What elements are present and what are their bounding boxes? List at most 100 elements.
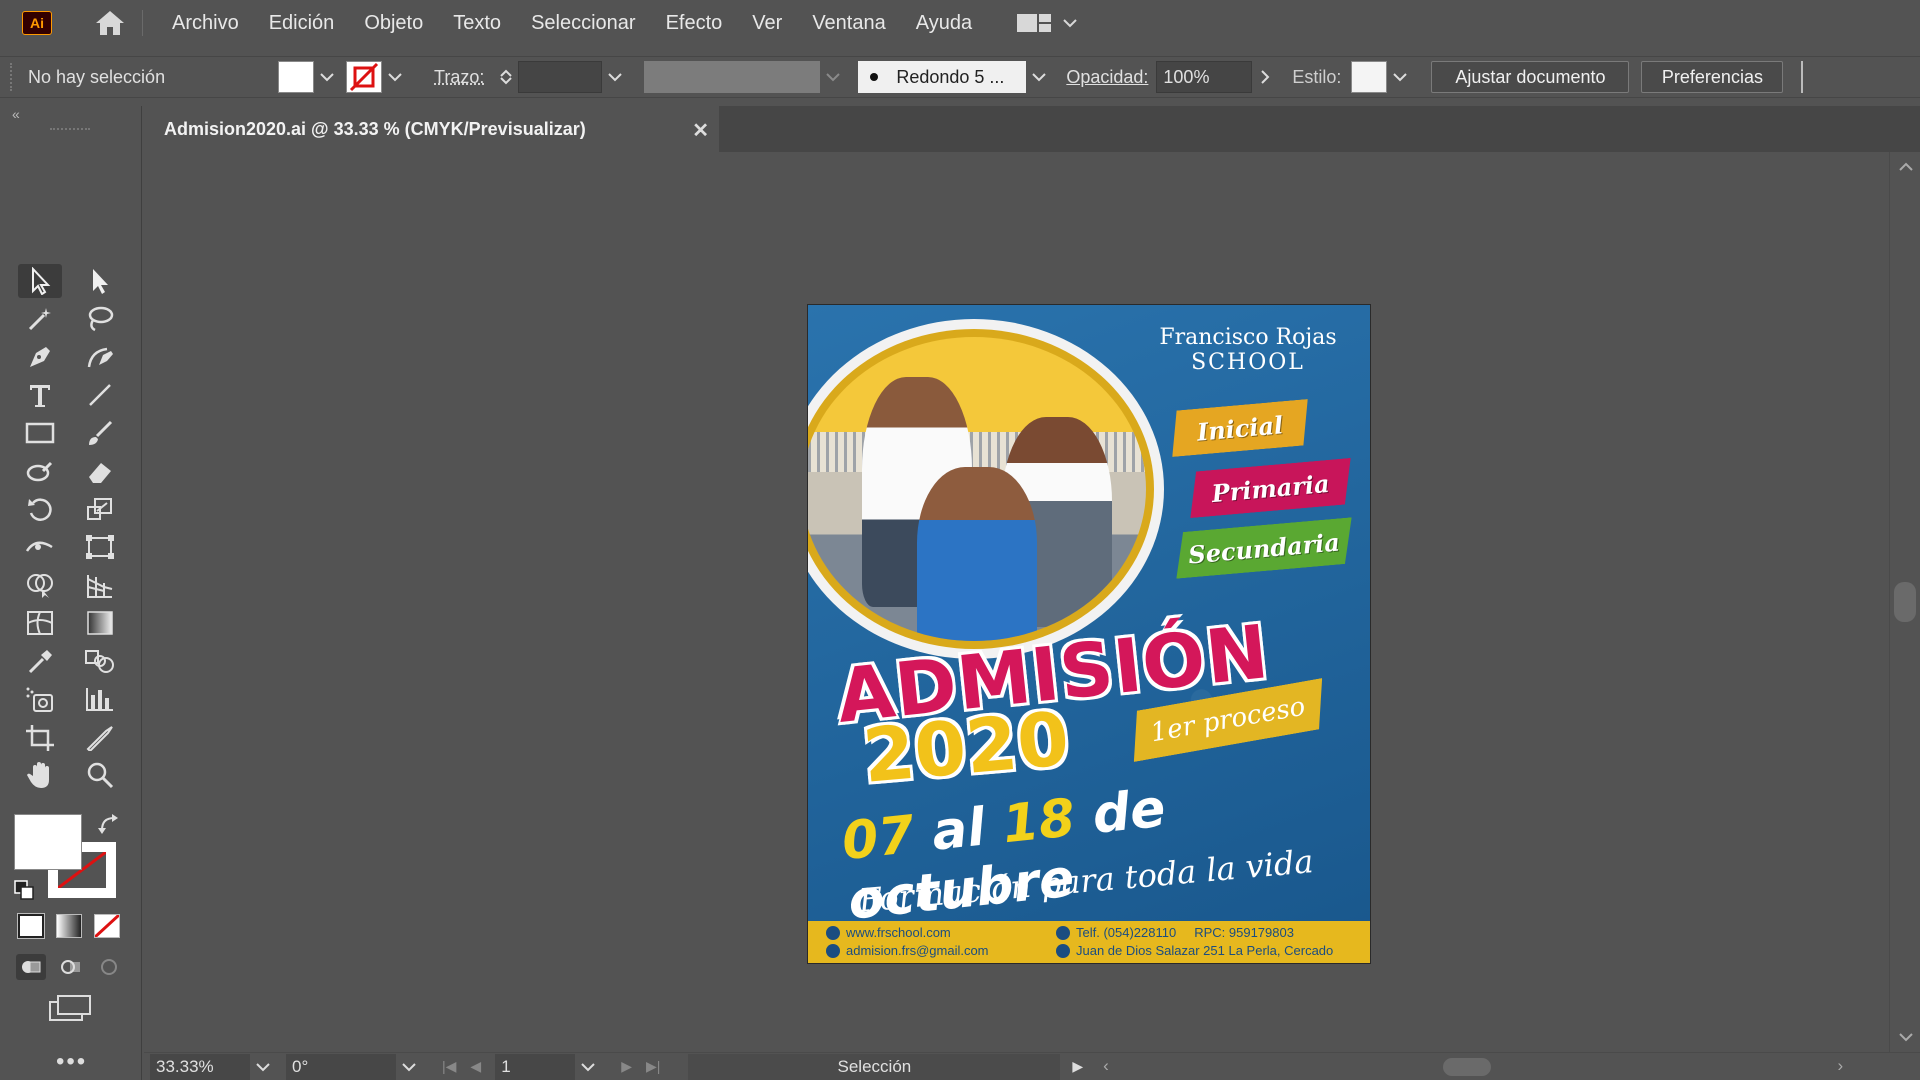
direct-selection-tool-icon[interactable] bbox=[78, 264, 122, 298]
magic-wand-tool-icon[interactable] bbox=[18, 302, 62, 336]
first-artboard-icon[interactable]: |◀ bbox=[442, 1058, 456, 1075]
menu-seleccionar[interactable]: Seleccionar bbox=[516, 12, 651, 35]
menu-ayuda[interactable]: Ayuda bbox=[901, 12, 987, 35]
menu-ventana[interactable]: Ventana bbox=[797, 12, 900, 35]
none-mode-icon[interactable] bbox=[93, 913, 121, 939]
profile-dropdown[interactable] bbox=[820, 61, 846, 93]
stroke-weight-dropdown[interactable] bbox=[602, 61, 628, 93]
workspace-layout-icon bbox=[1017, 14, 1052, 32]
shape-builder-tool-icon[interactable] bbox=[18, 568, 62, 602]
home-icon[interactable] bbox=[92, 8, 128, 38]
style-dropdown[interactable] bbox=[1387, 61, 1413, 93]
stroke-label[interactable]: Trazo: bbox=[434, 67, 484, 88]
scale-tool-icon[interactable] bbox=[78, 492, 122, 526]
horizontal-scrollbar[interactable]: ‹ › bbox=[1103, 1054, 1843, 1080]
workspace-switcher[interactable] bbox=[1017, 13, 1077, 33]
zoom-field[interactable]: 33.33% bbox=[150, 1053, 250, 1080]
hand-tool-icon[interactable] bbox=[18, 758, 62, 792]
scroll-up-icon[interactable] bbox=[1898, 162, 1914, 172]
lasso-tool-icon[interactable] bbox=[78, 302, 122, 336]
artboard[interactable]: Francisco Rojas SCHOOL Inicial Primaria … bbox=[808, 305, 1370, 963]
fill-swatch[interactable] bbox=[278, 61, 314, 93]
variable-width-profile[interactable] bbox=[644, 61, 821, 93]
horizontal-scroll-thumb[interactable] bbox=[1443, 1057, 1492, 1076]
opacity-label[interactable]: Opacidad: bbox=[1066, 67, 1148, 88]
panel-grip[interactable] bbox=[50, 128, 90, 132]
rotate-tool-icon[interactable] bbox=[18, 492, 62, 526]
eyedropper-tool-icon[interactable] bbox=[18, 644, 62, 678]
column-graph-tool-icon[interactable] bbox=[78, 682, 122, 716]
draw-normal-icon[interactable] bbox=[16, 954, 46, 980]
blend-tool-icon[interactable] bbox=[78, 644, 122, 678]
draw-behind-icon[interactable] bbox=[56, 954, 86, 980]
close-tab-icon[interactable]: ✕ bbox=[692, 118, 709, 143]
paintbrush-tool-icon[interactable] bbox=[78, 416, 122, 450]
rotation-value: 0° bbox=[292, 1056, 309, 1076]
scroll-right-icon[interactable]: › bbox=[1837, 1056, 1843, 1076]
menu-ver[interactable]: Ver bbox=[737, 12, 797, 35]
rotation-dropdown[interactable] bbox=[396, 1054, 422, 1080]
artboard-number-field[interactable]: 1 bbox=[495, 1053, 576, 1080]
gradient-tool-icon[interactable] bbox=[78, 606, 122, 640]
color-mode-icon[interactable] bbox=[17, 913, 45, 939]
stroke-dropdown[interactable] bbox=[382, 61, 408, 93]
swap-fill-stroke-icon[interactable] bbox=[98, 814, 120, 839]
document-tab[interactable]: Admision2020.ai @ 33.33 % (CMYK/Previsua… bbox=[144, 106, 719, 152]
fill-color-front[interactable] bbox=[14, 814, 82, 870]
control-bar-grip[interactable] bbox=[10, 63, 16, 91]
opacity-input[interactable]: 100% bbox=[1156, 61, 1253, 93]
pen-tool-icon[interactable] bbox=[18, 340, 62, 374]
brush-definition[interactable]: Redondo 5 ... bbox=[858, 61, 1027, 93]
footer-rpc-text: RPC: 959179803 bbox=[1194, 925, 1294, 940]
width-tool-icon[interactable] bbox=[18, 530, 62, 564]
line-segment-tool-icon[interactable] bbox=[78, 378, 122, 412]
scroll-left-icon[interactable]: ‹ bbox=[1103, 1056, 1109, 1076]
stroke-swatch[interactable] bbox=[346, 61, 382, 93]
eraser-tool-icon[interactable] bbox=[78, 454, 122, 488]
mesh-tool-icon[interactable] bbox=[18, 606, 62, 640]
chevron-down-icon bbox=[256, 1062, 270, 1071]
artboard-tool-icon[interactable] bbox=[18, 720, 62, 754]
brush-dropdown[interactable] bbox=[1026, 61, 1052, 93]
rotation-field[interactable]: 0° bbox=[286, 1053, 396, 1080]
rectangle-tool-icon[interactable] bbox=[18, 416, 62, 450]
stroke-stepper[interactable] bbox=[494, 61, 518, 93]
previous-artboard-icon[interactable]: ◀ bbox=[470, 1058, 481, 1075]
artboard-dropdown[interactable] bbox=[575, 1054, 601, 1080]
control-bar-menu-icon[interactable] bbox=[1801, 61, 1811, 93]
fill-dropdown[interactable] bbox=[314, 61, 340, 93]
menu-archivo[interactable]: Archivo bbox=[157, 12, 254, 35]
collapse-panel-icon[interactable]: « bbox=[12, 106, 20, 122]
opacity-expand[interactable] bbox=[1252, 61, 1278, 93]
zoom-tool-icon[interactable] bbox=[78, 758, 122, 792]
zoom-dropdown[interactable] bbox=[250, 1054, 276, 1080]
shaper-tool-icon[interactable] bbox=[18, 454, 62, 488]
edit-toolbar-icon[interactable]: ••• bbox=[56, 1048, 87, 1076]
scroll-down-icon[interactable] bbox=[1898, 1032, 1914, 1042]
document-setup-button[interactable]: Ajustar documento bbox=[1431, 61, 1630, 93]
perspective-grid-tool-icon[interactable] bbox=[78, 568, 122, 602]
vertical-scroll-thumb[interactable] bbox=[1894, 582, 1916, 622]
stroke-weight-input[interactable] bbox=[518, 61, 603, 93]
next-artboard-icon[interactable]: ▶ bbox=[621, 1058, 632, 1075]
type-tool-icon[interactable] bbox=[18, 378, 62, 412]
menu-texto[interactable]: Texto bbox=[438, 12, 516, 35]
slice-tool-icon[interactable] bbox=[78, 720, 122, 754]
menu-edicion[interactable]: Edición bbox=[254, 12, 350, 35]
last-artboard-icon[interactable]: ▶| bbox=[646, 1058, 660, 1075]
menu-objeto[interactable]: Objeto bbox=[349, 12, 438, 35]
vertical-scrollbar[interactable] bbox=[1889, 152, 1920, 1052]
footer-address: Juan de Dios Salazar 251 La Perla, Cerca… bbox=[1056, 943, 1333, 958]
symbol-sprayer-tool-icon[interactable] bbox=[18, 682, 62, 716]
screen-mode-icon[interactable] bbox=[48, 994, 92, 1027]
default-fill-stroke-icon[interactable] bbox=[14, 880, 36, 905]
gradient-mode-icon[interactable] bbox=[56, 914, 82, 938]
selection-tool-icon[interactable] bbox=[18, 264, 62, 298]
preferences-button[interactable]: Preferencias bbox=[1641, 61, 1784, 93]
free-transform-tool-icon[interactable] bbox=[78, 530, 122, 564]
status-menu-icon[interactable]: ▶ bbox=[1072, 1058, 1083, 1075]
graphic-style-swatch[interactable] bbox=[1351, 61, 1388, 93]
menu-efecto[interactable]: Efecto bbox=[651, 12, 738, 35]
draw-inside-icon[interactable] bbox=[94, 954, 124, 980]
curvature-tool-icon[interactable] bbox=[78, 340, 122, 374]
